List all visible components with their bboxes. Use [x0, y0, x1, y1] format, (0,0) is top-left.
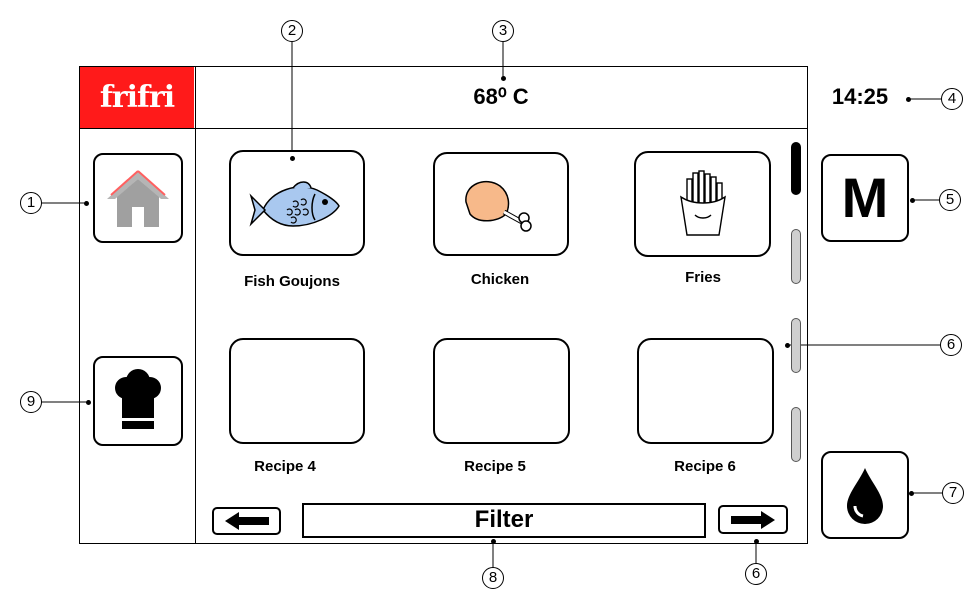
callout-anchor: [84, 201, 89, 206]
scroll-segment[interactable]: [791, 318, 801, 373]
callout-anchor: [785, 343, 790, 348]
callout-7: 7: [942, 482, 964, 504]
callout-8: 8: [482, 567, 504, 589]
callout-anchor: [909, 491, 914, 496]
chicken-leg-icon: [465, 181, 532, 232]
scroll-segment[interactable]: [791, 407, 801, 462]
callout-5: 5: [939, 189, 961, 211]
callout-3: 3: [492, 20, 514, 42]
recipe-label-2: Chicken: [470, 271, 530, 288]
header-divider: [79, 128, 808, 129]
callout-anchor: [910, 198, 915, 203]
brand-logo: frifri: [80, 67, 194, 128]
brand-logo-text: frifri: [99, 80, 175, 115]
filter-bar[interactable]: Filter: [302, 503, 706, 538]
home-icon: [107, 170, 169, 227]
scroll-segment-active[interactable]: [791, 142, 801, 195]
recipe-label-3: Fries: [685, 269, 721, 286]
recipe-tile-5[interactable]: [433, 338, 570, 444]
home-button[interactable]: [93, 153, 183, 243]
next-page-button[interactable]: [718, 505, 788, 534]
left-divider: [195, 66, 196, 544]
recipe-label-5: Recipe 5: [464, 458, 526, 475]
recipe-label-1: Fish Goujons: [244, 273, 340, 290]
recipe-tile-4[interactable]: [229, 338, 365, 444]
callout-1: 1: [20, 192, 42, 214]
callout-anchor: [86, 400, 91, 405]
callout-6b: 6: [745, 563, 767, 585]
arrow-left-icon: [224, 512, 269, 530]
callout-anchor: [491, 539, 496, 544]
callout-anchor: [754, 539, 759, 544]
callout-anchor: [906, 97, 911, 102]
recipe-label-6: Recipe 6: [674, 458, 736, 475]
scroll-segment[interactable]: [791, 229, 801, 284]
clock-time: 14:25: [831, 84, 889, 109]
menu-button-label: M: [841, 166, 889, 229]
oil-button[interactable]: [821, 451, 909, 539]
recipe-label-4: Recipe 4: [254, 458, 316, 475]
fries-icon: [679, 170, 726, 236]
prev-page-button[interactable]: [212, 507, 281, 535]
fish-icon: [249, 181, 340, 227]
chef-button[interactable]: [93, 356, 183, 446]
recipe-tile-6[interactable]: [637, 338, 774, 444]
recipe-tile-fries[interactable]: [634, 151, 771, 257]
callout-4: 4: [941, 88, 963, 110]
right-divider: [807, 66, 808, 544]
callout-9: 9: [20, 391, 42, 413]
callout-2: 2: [281, 20, 303, 42]
oil-drop-icon: [847, 468, 883, 524]
callout-6a: 6: [940, 334, 962, 356]
recipe-tile-chicken[interactable]: [433, 152, 569, 256]
recipe-tile-fish-goujons[interactable]: [229, 150, 365, 256]
arrow-right-icon: [731, 510, 775, 529]
callout-anchor: [290, 156, 295, 161]
menu-button[interactable]: M: [821, 154, 909, 242]
chef-hat-icon: [115, 369, 161, 429]
callout-anchor: [501, 76, 506, 81]
